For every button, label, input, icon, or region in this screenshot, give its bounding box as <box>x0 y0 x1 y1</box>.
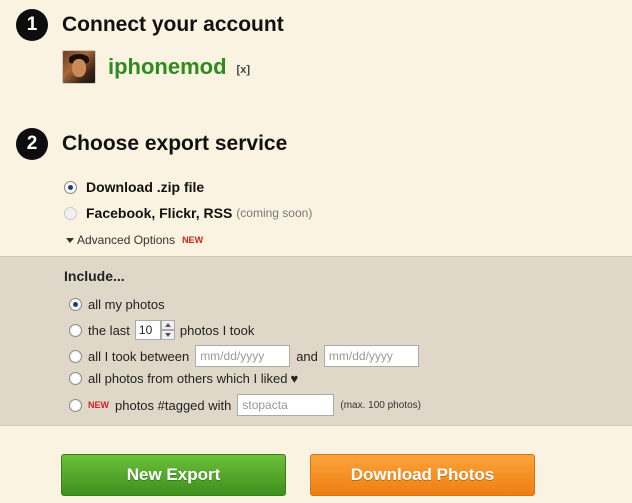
step-2-header: 2 Choose export service <box>16 128 287 160</box>
all-photos-label: all my photos <box>88 297 165 312</box>
liked-radio[interactable] <box>69 372 82 385</box>
stepper-up-icon[interactable] <box>160 320 175 330</box>
between-prefix-label: all I took between <box>88 348 190 364</box>
last-count-stepper[interactable]: 10 <box>134 320 175 340</box>
all-photos-radio[interactable] <box>69 298 82 311</box>
between-radio[interactable] <box>69 349 82 363</box>
between-and-label: and <box>296 348 318 364</box>
coming-soon-note: (coming soon) <box>236 206 313 220</box>
account-username[interactable]: iphonemod <box>108 54 227 80</box>
new-export-button[interactable]: New Export <box>61 454 286 496</box>
include-option-all[interactable]: all my photos <box>69 297 165 312</box>
include-panel: Include... all my photos the last 10 pho… <box>0 256 632 426</box>
tagged-new-badge: NEW <box>88 400 109 410</box>
tagged-max-note: (max. 100 photos) <box>340 399 421 411</box>
social-label: Facebook, Flickr, RSS <box>86 205 233 221</box>
download-photos-button[interactable]: Download Photos <box>310 454 535 496</box>
export-option-social: Facebook, Flickr, RSS (coming soon) <box>64 200 312 226</box>
tag-input[interactable] <box>237 394 335 416</box>
heart-icon: ♥ <box>290 371 299 386</box>
tagged-radio[interactable] <box>69 398 82 412</box>
zip-radio[interactable] <box>64 180 77 194</box>
export-option-zip[interactable]: Download .zip file <box>64 174 312 200</box>
step-1-title: Connect your account <box>62 13 284 36</box>
include-option-tagged[interactable]: NEW photos #tagged with (max. 100 photos… <box>69 394 421 416</box>
connected-account: iphonemod [x] <box>62 50 250 84</box>
last-photos-radio[interactable] <box>69 323 82 337</box>
last-suffix-label: photos I took <box>179 322 255 338</box>
last-count-value[interactable]: 10 <box>134 320 161 340</box>
export-service-options: Download .zip file Facebook, Flickr, RSS… <box>64 174 312 226</box>
disconnect-account-link[interactable]: [x] <box>237 64 250 76</box>
social-radio <box>64 206 77 220</box>
step-number-1: 1 <box>16 9 48 41</box>
avatar <box>62 50 96 84</box>
last-prefix-label: the last <box>88 322 130 338</box>
stepper-down-icon[interactable] <box>160 330 175 340</box>
advanced-options-label: Advanced Options <box>77 233 176 247</box>
include-option-liked[interactable]: all photos from others which I liked ♥ <box>69 371 298 386</box>
include-option-between[interactable]: all I took between and <box>69 345 425 367</box>
zip-label: Download .zip file <box>86 179 205 195</box>
include-title: Include... <box>64 268 125 284</box>
step-1-header: 1 Connect your account <box>16 9 284 41</box>
advanced-options-toggle[interactable]: Advanced Options NEW <box>66 233 203 247</box>
step-2-title: Choose export service <box>62 132 288 155</box>
new-badge: NEW <box>182 235 204 245</box>
start-date-input[interactable] <box>195 345 291 367</box>
end-date-input[interactable] <box>323 345 419 367</box>
caret-down-icon <box>66 237 74 243</box>
tagged-prefix-label: photos #tagged with <box>115 397 232 413</box>
liked-label: all photos from others which I liked <box>88 371 288 386</box>
include-option-last[interactable]: the last 10 photos I took <box>69 320 254 340</box>
step-number-2: 2 <box>16 128 48 160</box>
